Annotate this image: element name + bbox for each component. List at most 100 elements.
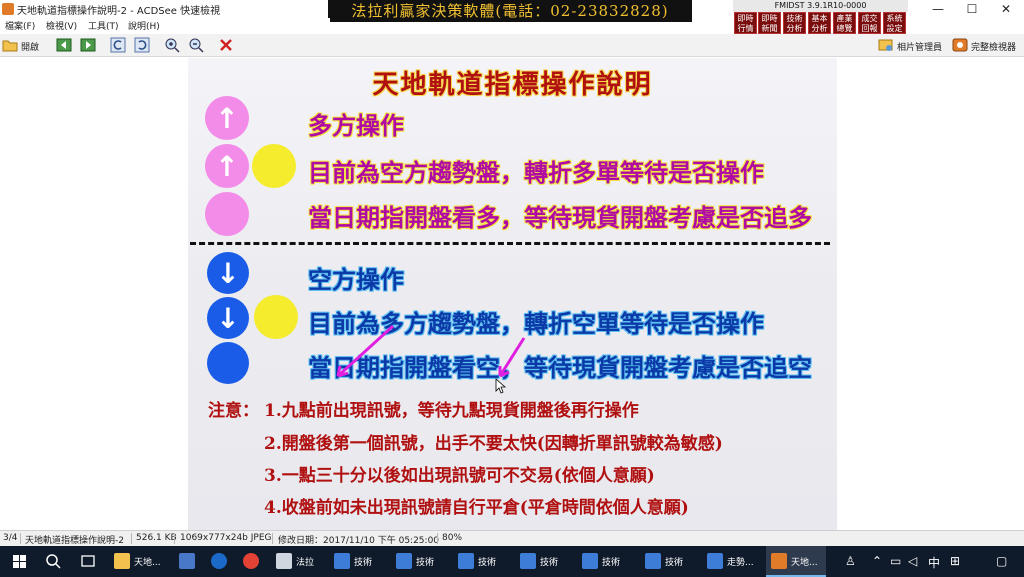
ime-mode-icon[interactable]: 中 (928, 554, 940, 571)
note-item-1: 1.九點前出現訊號，等待九點現貨開盤後再行操作 (264, 401, 639, 421)
image-viewer[interactable]: 天地軌道指標操作說明 ↑ 多方操作 ↑ 目前為空方趨勢盤，轉折多單等待是否操作 … (0, 57, 1024, 530)
edge-browser-icon[interactable] (211, 553, 227, 569)
window-title: 天地軌道指標操作說明-2 - ACDSee 快速檢視 (17, 6, 221, 17)
chart-app-icon[interactable] (334, 553, 350, 569)
chart-app-icon[interactable] (396, 553, 412, 569)
bull-line-1: 目前為空方趨勢盤，轉折多單等待是否操作 (308, 158, 764, 187)
full-viewer-label[interactable]: 完整檢視器 (971, 40, 1016, 53)
fmidst-button-label: 即時 (761, 14, 778, 23)
open-label[interactable]: 開啟 (21, 40, 39, 53)
ferrari-app-icon[interactable] (276, 553, 292, 569)
chevron-up-icon[interactable]: ⌃ (872, 554, 882, 568)
taskbar-item-label[interactable]: 技術 (602, 555, 620, 568)
minimize-button[interactable]: — (921, 0, 955, 18)
volume-icon[interactable]: ◁ (908, 554, 917, 568)
chrome-browser-icon[interactable] (243, 553, 259, 569)
taskbar-item-label[interactable]: 天地... (134, 555, 161, 568)
chart-app-icon[interactable] (458, 553, 474, 569)
status-image-info: 1069x777x24b JPEG (180, 533, 272, 543)
zoom-out-icon[interactable] (188, 37, 204, 53)
close-button[interactable]: ✕ (989, 0, 1023, 18)
chart-app-icon[interactable] (645, 553, 661, 569)
fmidst-button-realtime-quote[interactable]: 即時 行情 (734, 12, 757, 34)
status-filename: 天地軌道指標操作說明-2 (25, 536, 124, 546)
acdsee-app-icon (2, 3, 14, 15)
taskbar-item-label[interactable]: 走勢... (727, 555, 754, 568)
taskbar-item-label[interactable]: 技術 (665, 555, 683, 568)
blue-down-arrow-circle: ↓ (207, 297, 249, 339)
menu-tools[interactable]: 工具(T) (88, 19, 119, 32)
yellow-circle (254, 295, 298, 339)
fmidst-button-label: 總覽 (836, 24, 853, 33)
taskbar-item-label[interactable]: 技術 (540, 555, 558, 568)
fmidst-button-label: 基本 (811, 14, 828, 23)
fmidst-button-label: 成交 (861, 14, 878, 23)
open-folder-icon[interactable] (2, 37, 18, 53)
slide-image: 天地軌道指標操作說明 ↑ 多方操作 ↑ 目前為空方趨勢盤，轉折多單等待是否操作 … (188, 58, 837, 530)
people-icon[interactable]: ♙ (845, 554, 856, 568)
full-viewer-icon[interactable] (952, 37, 968, 53)
menu-file[interactable]: 檔案(F) (5, 19, 35, 32)
menu-view[interactable]: 檢視(V) (46, 19, 77, 32)
taskbar-item-label[interactable]: 技術 (354, 555, 372, 568)
photo-manager-label[interactable]: 相片管理員 (897, 40, 942, 53)
desktop-app-icon[interactable] (179, 553, 195, 569)
taskbar-item-label[interactable]: 技術 (478, 555, 496, 568)
fmidst-button-technical[interactable]: 技術 分析 (783, 12, 806, 34)
fmidst-button-realtime-news[interactable]: 即時 新聞 (758, 12, 781, 34)
status-separator (272, 533, 273, 544)
chart-app-icon[interactable] (582, 553, 598, 569)
chart-app-icon[interactable] (520, 553, 536, 569)
fmidst-button-fundamental[interactable]: 基本 分析 (808, 12, 831, 34)
down-arrow-icon: ↓ (216, 301, 240, 335)
chart-app-icon[interactable] (707, 553, 723, 569)
note-item-4: 4.收盤前如未出現訊號請自行平倉(平倉時間依個人意願) (264, 498, 689, 518)
network-icon[interactable]: ▭ (890, 554, 901, 568)
status-separator (437, 533, 438, 544)
taskbar-item-label[interactable]: 法拉 (296, 555, 314, 568)
pen-annotation-overlay (336, 324, 526, 394)
blue-circle (207, 342, 249, 384)
taskbar-item-label[interactable]: 技術 (416, 555, 434, 568)
zoom-in-icon[interactable] (164, 37, 180, 53)
fmidst-button-settings[interactable]: 系統 設定 (883, 12, 906, 34)
previous-image-icon[interactable] (56, 37, 72, 53)
bear-line-2: 當日期指開盤看空，等待現貨開盤考慮是否追空 (308, 353, 812, 382)
status-separator (131, 533, 132, 544)
rotate-right-icon[interactable] (134, 37, 150, 53)
acdsee-app-icon[interactable] (771, 553, 787, 569)
down-arrow-icon: ↓ (216, 256, 240, 290)
fmidst-button-label: 分析 (811, 24, 828, 33)
ime-option-icon[interactable]: ⊞ (950, 554, 960, 568)
status-zoom: 80% (442, 533, 463, 543)
rotate-left-icon[interactable] (110, 37, 126, 53)
status-index: 3/4 (3, 533, 18, 543)
search-icon[interactable] (45, 553, 61, 569)
taskbar-item-label[interactable]: 天地... (791, 555, 818, 568)
slide-title: 天地軌道指標操作說明 (372, 70, 653, 100)
file-explorer-icon[interactable] (114, 553, 130, 569)
bull-line-2: 當日期指開盤看多，等待現貨開盤考慮是否追多 (308, 203, 812, 232)
pink-circle (205, 192, 249, 236)
fmidst-button-label: 設定 (886, 24, 903, 33)
task-view-icon[interactable] (80, 553, 96, 569)
status-file-size: 526.1 KB (136, 533, 177, 543)
fmidst-button-label: 系統 (886, 14, 903, 23)
windows-start-icon[interactable] (0, 546, 40, 577)
note-item-3: 3.一點三十分以後如出現訊號可不交易(依個人意願) (264, 466, 655, 486)
photo-manager-icon[interactable] (878, 37, 894, 53)
fmidst-button-label: 分析 (786, 24, 803, 33)
up-arrow-icon: ↑ (215, 101, 239, 135)
delete-icon[interactable] (218, 37, 234, 53)
pink-up-arrow-circle: ↑ (205, 96, 249, 140)
screen: 天地軌道指標操作說明-2 - ACDSee 快速檢視 — ☐ ✕ 法拉利贏家決策… (0, 0, 1024, 577)
menu-help[interactable]: 說明(H) (128, 19, 160, 32)
next-image-icon[interactable] (80, 37, 96, 53)
notification-icon[interactable]: ▢ (996, 554, 1007, 568)
dashed-divider (190, 242, 830, 245)
toolbar: 開啟 相片管理員 完整檢視器 (0, 34, 1024, 57)
fmidst-button-report[interactable]: 成交 回報 (858, 12, 881, 34)
maximize-button[interactable]: ☐ (955, 0, 989, 18)
fmidst-button-industry[interactable]: 產業 總覽 (833, 12, 856, 34)
fmidst-button-label: 回報 (861, 24, 878, 33)
